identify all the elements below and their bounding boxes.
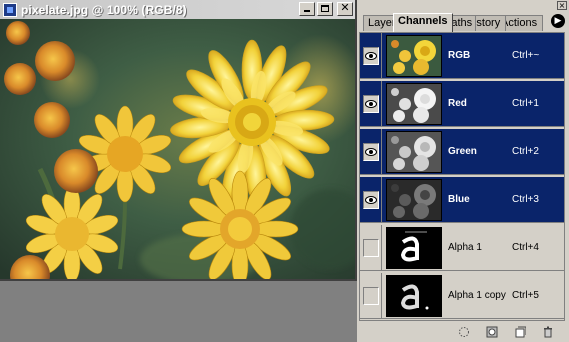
palette-grip-bar[interactable]: × <box>357 0 569 12</box>
palette-menu-arrow-icon[interactable]: ▶ <box>551 14 565 28</box>
channel-list: RGB Ctrl+~ Red Ctrl+1 Green Ctrl+2 Blue … <box>359 32 565 321</box>
window-controls: ✕ <box>299 1 353 16</box>
channel-shortcut: Ctrl+5 <box>512 290 539 301</box>
channel-row-alpha-1-copy[interactable]: Alpha 1 copy Ctrl+5 <box>360 272 564 319</box>
image-canvas[interactable] <box>0 19 355 279</box>
new-channel-icon[interactable] <box>513 325 527 339</box>
channel-shortcut: Ctrl+1 <box>512 98 539 109</box>
channel-row-rgb[interactable]: RGB Ctrl+~ <box>360 32 564 79</box>
document-titlebar[interactable]: pixelate.jpg @ 100% (RGB/8) ✕ <box>0 0 355 19</box>
visibility-cell[interactable] <box>360 32 382 79</box>
channel-thumbnail-blue <box>386 178 442 221</box>
channel-name: Red <box>448 98 467 109</box>
document-title: pixelate.jpg @ 100% (RGB/8) <box>21 2 187 17</box>
palette-close-icon[interactable]: × <box>557 1 567 10</box>
channel-name: Blue <box>448 194 470 205</box>
close-icon: ✕ <box>340 1 350 14</box>
eye-icon[interactable] <box>362 142 379 161</box>
visibility-cell[interactable] <box>360 272 382 319</box>
channel-name: Alpha 1 <box>448 242 482 253</box>
visibility-cell[interactable] <box>360 128 382 175</box>
tab-actions[interactable]: Actions <box>505 15 543 31</box>
close-button[interactable]: ✕ <box>337 1 353 16</box>
channel-thumbnail-rgb <box>386 34 442 77</box>
load-selection-icon[interactable] <box>457 325 471 339</box>
flower-photo <box>0 19 355 279</box>
visibility-cell[interactable] <box>360 176 382 223</box>
minimize-icon <box>304 10 310 12</box>
channel-row-blue[interactable]: Blue Ctrl+3 <box>360 176 564 223</box>
channel-row-red[interactable]: Red Ctrl+1 <box>360 80 564 127</box>
channel-name: Green <box>448 146 477 157</box>
palette-footer <box>357 322 569 342</box>
channel-shortcut: Ctrl+3 <box>512 194 539 205</box>
document-window: pixelate.jpg @ 100% (RGB/8) ✕ <box>0 0 357 281</box>
save-selection-icon[interactable] <box>485 325 499 339</box>
minimize-button[interactable] <box>299 2 315 16</box>
channel-thumbnail-red <box>386 82 442 125</box>
tab-channels[interactable]: Channels <box>393 13 453 32</box>
eye-icon[interactable] <box>362 94 379 113</box>
visibility-cell[interactable] <box>360 80 382 127</box>
visibility-cell[interactable] <box>360 224 382 271</box>
channel-thumbnail-green <box>386 130 442 173</box>
channel-shortcut: Ctrl+4 <box>512 242 539 253</box>
visibility-toggle-empty[interactable] <box>362 286 379 305</box>
eye-icon[interactable] <box>362 190 379 209</box>
visibility-toggle-empty[interactable] <box>362 238 379 257</box>
channel-name: RGB <box>448 50 471 61</box>
channel-thumbnail-alpha-1-copy <box>386 274 442 317</box>
channel-row-green[interactable]: Green Ctrl+2 <box>360 128 564 175</box>
photoshop-doc-icon <box>3 2 17 17</box>
channel-thumbnail-alpha-1 <box>386 226 442 269</box>
channel-shortcut: Ctrl+2 <box>512 146 539 157</box>
channel-name: Alpha 1 copy <box>448 290 506 301</box>
tab-layers[interactable]: Layers <box>363 15 397 31</box>
maximize-button[interactable] <box>317 2 333 16</box>
channel-row-alpha-1[interactable]: Alpha 1 Ctrl+4 <box>360 224 564 271</box>
channel-shortcut: Ctrl+~ <box>512 50 540 61</box>
eye-icon[interactable] <box>362 46 379 65</box>
delete-channel-icon[interactable] <box>541 325 555 339</box>
channels-palette: × Layers Paths History Actions Channels … <box>357 0 569 342</box>
maximize-icon <box>321 5 329 12</box>
palette-tabs: Layers Paths History Actions Channels <box>363 13 563 32</box>
